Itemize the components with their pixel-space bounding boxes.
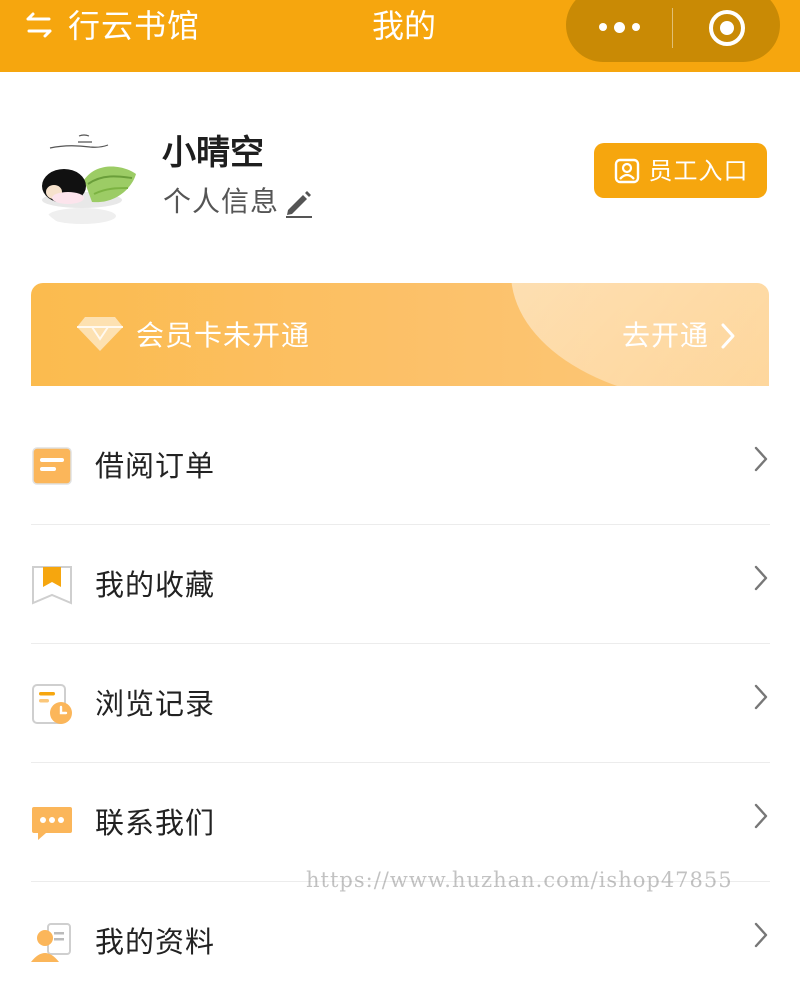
watermark: https://www.huzhan.com/ishop47855	[306, 868, 733, 892]
menu-item-browse-history[interactable]: 浏览记录	[0, 644, 800, 763]
id-badge-icon	[614, 158, 639, 183]
menu-item-my-favorites[interactable]: 我的收藏	[0, 525, 800, 644]
chevron-right-icon	[754, 922, 768, 948]
menu-label: 借阅订单	[95, 449, 216, 483]
pencil-icon	[286, 191, 313, 218]
menu-list: 借阅订单 我的收藏 浏览记录 联系我们 我的资料	[0, 406, 800, 998]
chevron-right-icon	[754, 446, 768, 472]
member-activate-label: 去开通	[621, 319, 709, 352]
member-activate-link[interactable]: 去开通	[622, 317, 739, 355]
profile-info-label: 个人信息	[163, 185, 280, 218]
chevron-right-icon	[721, 323, 735, 349]
staff-entry-button[interactable]: 员工入口	[594, 143, 767, 198]
profile-info-link[interactable]: 个人信息	[163, 182, 315, 222]
order-document-icon	[32, 447, 72, 485]
more-button[interactable]	[566, 0, 672, 62]
cartoon-avatar-icon	[42, 134, 136, 224]
history-clock-icon	[32, 684, 72, 724]
member-card-banner[interactable]: 会员卡未开通 去开通	[31, 283, 769, 386]
member-status: 会员卡未开通	[136, 319, 311, 352]
username: 小晴空	[162, 133, 264, 173]
menu-label: 联系我们	[95, 806, 216, 840]
avatar[interactable]	[32, 122, 140, 230]
chat-bubble-icon	[32, 807, 72, 840]
mini-program-capsule	[566, 0, 780, 62]
menu-item-contact-us[interactable]: 联系我们	[0, 763, 800, 882]
menu-item-borrow-orders[interactable]: 借阅订单	[0, 406, 800, 525]
bookmark-icon	[32, 566, 72, 605]
user-profile-icon	[31, 923, 71, 962]
close-button[interactable]	[673, 0, 780, 62]
staff-entry-label: 员工入口	[648, 156, 749, 185]
more-dots-icon	[598, 23, 607, 31]
menu-label: 我的收藏	[95, 568, 216, 602]
chevron-right-icon	[754, 803, 768, 829]
menu-label: 我的资料	[95, 925, 216, 959]
target-circle-icon	[708, 10, 745, 46]
chevron-right-icon	[754, 565, 768, 591]
diamond-icon	[77, 317, 123, 351]
menu-item-my-profile[interactable]: 我的资料	[0, 882, 800, 998]
chevron-right-icon	[754, 684, 768, 710]
menu-label: 浏览记录	[95, 687, 216, 721]
top-nav-bar: 行云书馆 我的	[0, 0, 800, 72]
